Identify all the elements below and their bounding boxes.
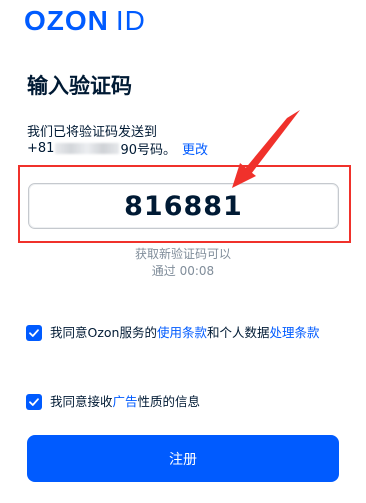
ads-text-before: 我同意接收 (50, 394, 113, 409)
checkmark-icon (29, 329, 39, 337)
terms-text-before: 我同意Ozon服务的 (50, 325, 157, 340)
code-sent-text: 我们已将验证码发送到 (27, 125, 158, 140)
checkmark-icon (29, 398, 39, 406)
ads-consent-checkbox[interactable] (26, 394, 42, 410)
ozon-id-logo: OZON ID (24, 5, 146, 36)
ads-link[interactable]: 广告 (113, 394, 138, 409)
ads-consent-row: 我同意接收广告性质的信息 (26, 393, 346, 411)
terms-of-use-link[interactable]: 使用条款 (157, 325, 207, 340)
terms-consent-row: 我同意Ozon服务的使用条款和个人数据处理条款 (26, 324, 346, 342)
phone-suffix: 90号码。 (120, 143, 176, 158)
register-button[interactable]: 注册 (27, 435, 339, 482)
phone-masked-blur (55, 143, 120, 154)
phone-prefix: +81 (27, 141, 55, 156)
terms-text-middle: 和个人数据 (207, 325, 270, 340)
verification-code-input[interactable]: 816881 (28, 183, 339, 229)
phone-number-line: +81 90号码。 更改 (27, 139, 208, 158)
page-title: 输入验证码 (27, 74, 132, 98)
logo-brand-text: OZON (24, 5, 109, 36)
logo-id-text: ID (115, 5, 146, 36)
change-phone-link[interactable]: 更改 (182, 139, 208, 158)
resend-code-text: 获取新验证码可以 (134, 247, 231, 261)
terms-consent-checkbox[interactable] (26, 325, 42, 341)
resend-timer: 通过 00:08 (151, 264, 215, 278)
terms-consent-label: 我同意Ozon服务的使用条款和个人数据处理条款 (50, 324, 320, 342)
ads-consent-label: 我同意接收广告性质的信息 (50, 393, 200, 411)
ads-text-after: 性质的信息 (137, 394, 201, 409)
data-processing-link[interactable]: 处理条款 (270, 325, 320, 340)
